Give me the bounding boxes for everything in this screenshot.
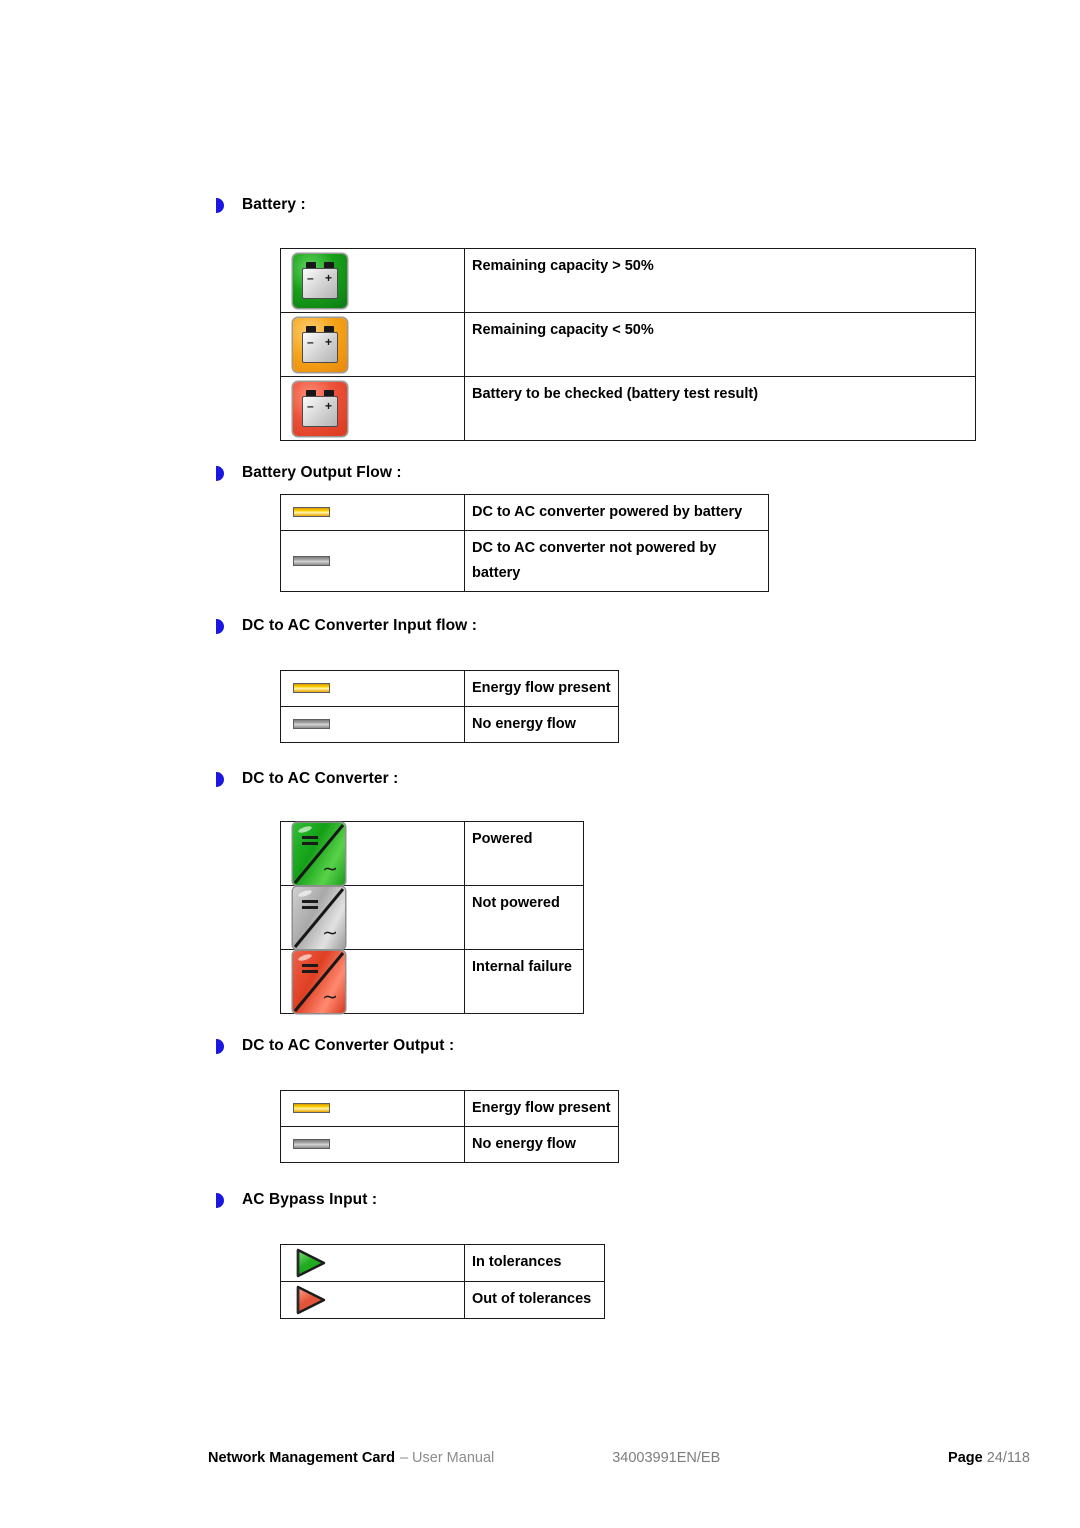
- battery-red-icon: – +: [293, 381, 347, 436]
- energy-flow-inactive-icon: [293, 719, 330, 730]
- legend-description: Out of tolerances: [464, 1281, 605, 1319]
- page-footer: Network Management Card – User Manual 34…: [208, 1450, 1030, 1466]
- energy-flow-active-icon: [293, 1103, 330, 1114]
- legend-description: DC to AC converter powered by battery: [464, 494, 769, 531]
- legend-description: In tolerances: [464, 1244, 605, 1282]
- section-heading-battery-output-flow: Battery Output Flow :: [208, 464, 402, 482]
- legend-description: No energy flow: [464, 1125, 619, 1163]
- legend-description: Internal failure: [464, 949, 584, 1014]
- footer-subtitle: – User Manual: [399, 1450, 495, 1466]
- legend-description: Remaining capacity > 50%: [464, 248, 976, 313]
- energy-flow-inactive-icon: [293, 1139, 330, 1150]
- bullet-marker-icon: [216, 465, 224, 481]
- legend-icon-cell: – +: [280, 312, 465, 377]
- energy-flow-active-icon: [293, 683, 330, 694]
- energy-flow-inactive-icon: [293, 555, 330, 566]
- legend-icon-cell: – +: [280, 376, 465, 441]
- bullet-marker-icon: [216, 1192, 224, 1208]
- legend-row: In tolerances: [280, 1244, 605, 1282]
- legend-icon-cell: [280, 1244, 465, 1282]
- legend-icon-cell: – +: [280, 248, 465, 313]
- section-heading-label: AC Bypass Input :: [242, 1191, 378, 1208]
- legend-description: Powered: [464, 821, 584, 886]
- footer-page-indicator: Page 24/118: [948, 1450, 1030, 1466]
- legend-icon-cell: [280, 494, 465, 531]
- section-heading-label: DC to AC Converter Output :: [242, 1037, 455, 1054]
- legend-row: No energy flow: [280, 1125, 619, 1163]
- section-heading-label: DC to AC Converter Input flow :: [242, 617, 478, 634]
- bullet-marker-icon: [216, 771, 224, 787]
- legend-description: No energy flow: [464, 705, 619, 743]
- legend-icon-cell: ∼: [280, 821, 465, 886]
- footer-doc-code: 34003991EN/EB: [612, 1450, 721, 1466]
- legend-row: DC to AC converter powered by battery: [280, 494, 769, 531]
- bullet-marker-icon: [216, 1038, 224, 1054]
- legend-row: ∼ Internal failure: [280, 949, 584, 1014]
- legend-table-battery-output-flow: DC to AC converter powered by battery DC …: [280, 494, 769, 592]
- section-heading-label: Battery Output Flow :: [242, 464, 402, 481]
- bullet-marker-icon: [216, 197, 224, 213]
- legend-icon-cell: [280, 1090, 465, 1127]
- legend-table-dc-ac-converter-output: Energy flow present No energy flow: [280, 1090, 619, 1163]
- section-heading-battery: Battery :: [208, 196, 306, 214]
- legend-row: No energy flow: [280, 705, 619, 743]
- legend-row: – + Remaining capacity > 50%: [280, 248, 976, 313]
- legend-icon-cell: [280, 1125, 465, 1163]
- bullet-marker-icon: [216, 618, 224, 634]
- legend-table-dc-ac-converter: ∼ Powered ∼ Not powered ∼ Internal failure: [280, 821, 584, 1014]
- converter-not-powered-icon: ∼: [293, 886, 345, 949]
- energy-flow-active-icon: [293, 507, 330, 518]
- footer-page-label: Page: [948, 1450, 983, 1466]
- legend-row: – + Battery to be checked (battery test re…: [280, 376, 976, 441]
- converter-powered-icon: ∼: [293, 822, 345, 885]
- battery-green-icon: – +: [293, 253, 347, 308]
- legend-description: Energy flow present: [464, 670, 619, 707]
- legend-icon-cell: [280, 1281, 465, 1319]
- legend-description: DC to AC converter not powered by batter…: [464, 529, 769, 592]
- battery-orange-icon: – +: [293, 317, 347, 372]
- section-heading-dc-ac-converter-input-flow: DC to AC Converter Input flow :: [208, 617, 477, 635]
- section-heading-label: DC to AC Converter :: [242, 770, 399, 787]
- legend-row: Energy flow present: [280, 670, 619, 707]
- legend-row: Out of tolerances: [280, 1281, 605, 1319]
- footer-title: Network Management Card: [208, 1450, 395, 1466]
- section-heading-dc-ac-converter: DC to AC Converter :: [208, 770, 398, 788]
- section-heading-ac-bypass-input: AC Bypass Input :: [208, 1191, 377, 1209]
- legend-icon-cell: ∼: [280, 885, 465, 950]
- legend-row: Energy flow present: [280, 1090, 619, 1127]
- legend-row: DC to AC converter not powered by batter…: [280, 529, 769, 592]
- legend-table-dc-ac-converter-input-flow: Energy flow present No energy flow: [280, 670, 619, 743]
- legend-description: Remaining capacity < 50%: [464, 312, 976, 377]
- legend-icon-cell: [280, 529, 465, 592]
- legend-description: Battery to be checked (battery test resu…: [464, 376, 976, 441]
- legend-description: Energy flow present: [464, 1090, 619, 1127]
- legend-description: Not powered: [464, 885, 584, 950]
- legend-table-battery: – + Remaining capacity > 50% – + Remaining ca…: [280, 248, 976, 441]
- section-heading-label: Battery :: [242, 196, 306, 213]
- legend-icon-cell: ∼: [280, 949, 465, 1014]
- legend-row: ∼ Not powered: [280, 885, 584, 950]
- legend-icon-cell: [280, 705, 465, 743]
- section-heading-dc-ac-converter-output: DC to AC Converter Output :: [208, 1037, 454, 1055]
- bypass-out-of-tolerance-icon: [293, 1284, 327, 1316]
- document-page: Battery : – + Remaining capacity > 50% – + Rem…: [0, 0, 1080, 1528]
- legend-row: ∼ Powered: [280, 821, 584, 886]
- legend-table-ac-bypass-input: In tolerances Out of tolerances: [280, 1244, 605, 1319]
- legend-row: – + Remaining capacity < 50%: [280, 312, 976, 377]
- footer-page-number: 24/118: [986, 1450, 1030, 1466]
- converter-failure-icon: ∼: [293, 950, 345, 1013]
- bypass-in-tolerance-icon: [293, 1247, 327, 1279]
- legend-icon-cell: [280, 670, 465, 707]
